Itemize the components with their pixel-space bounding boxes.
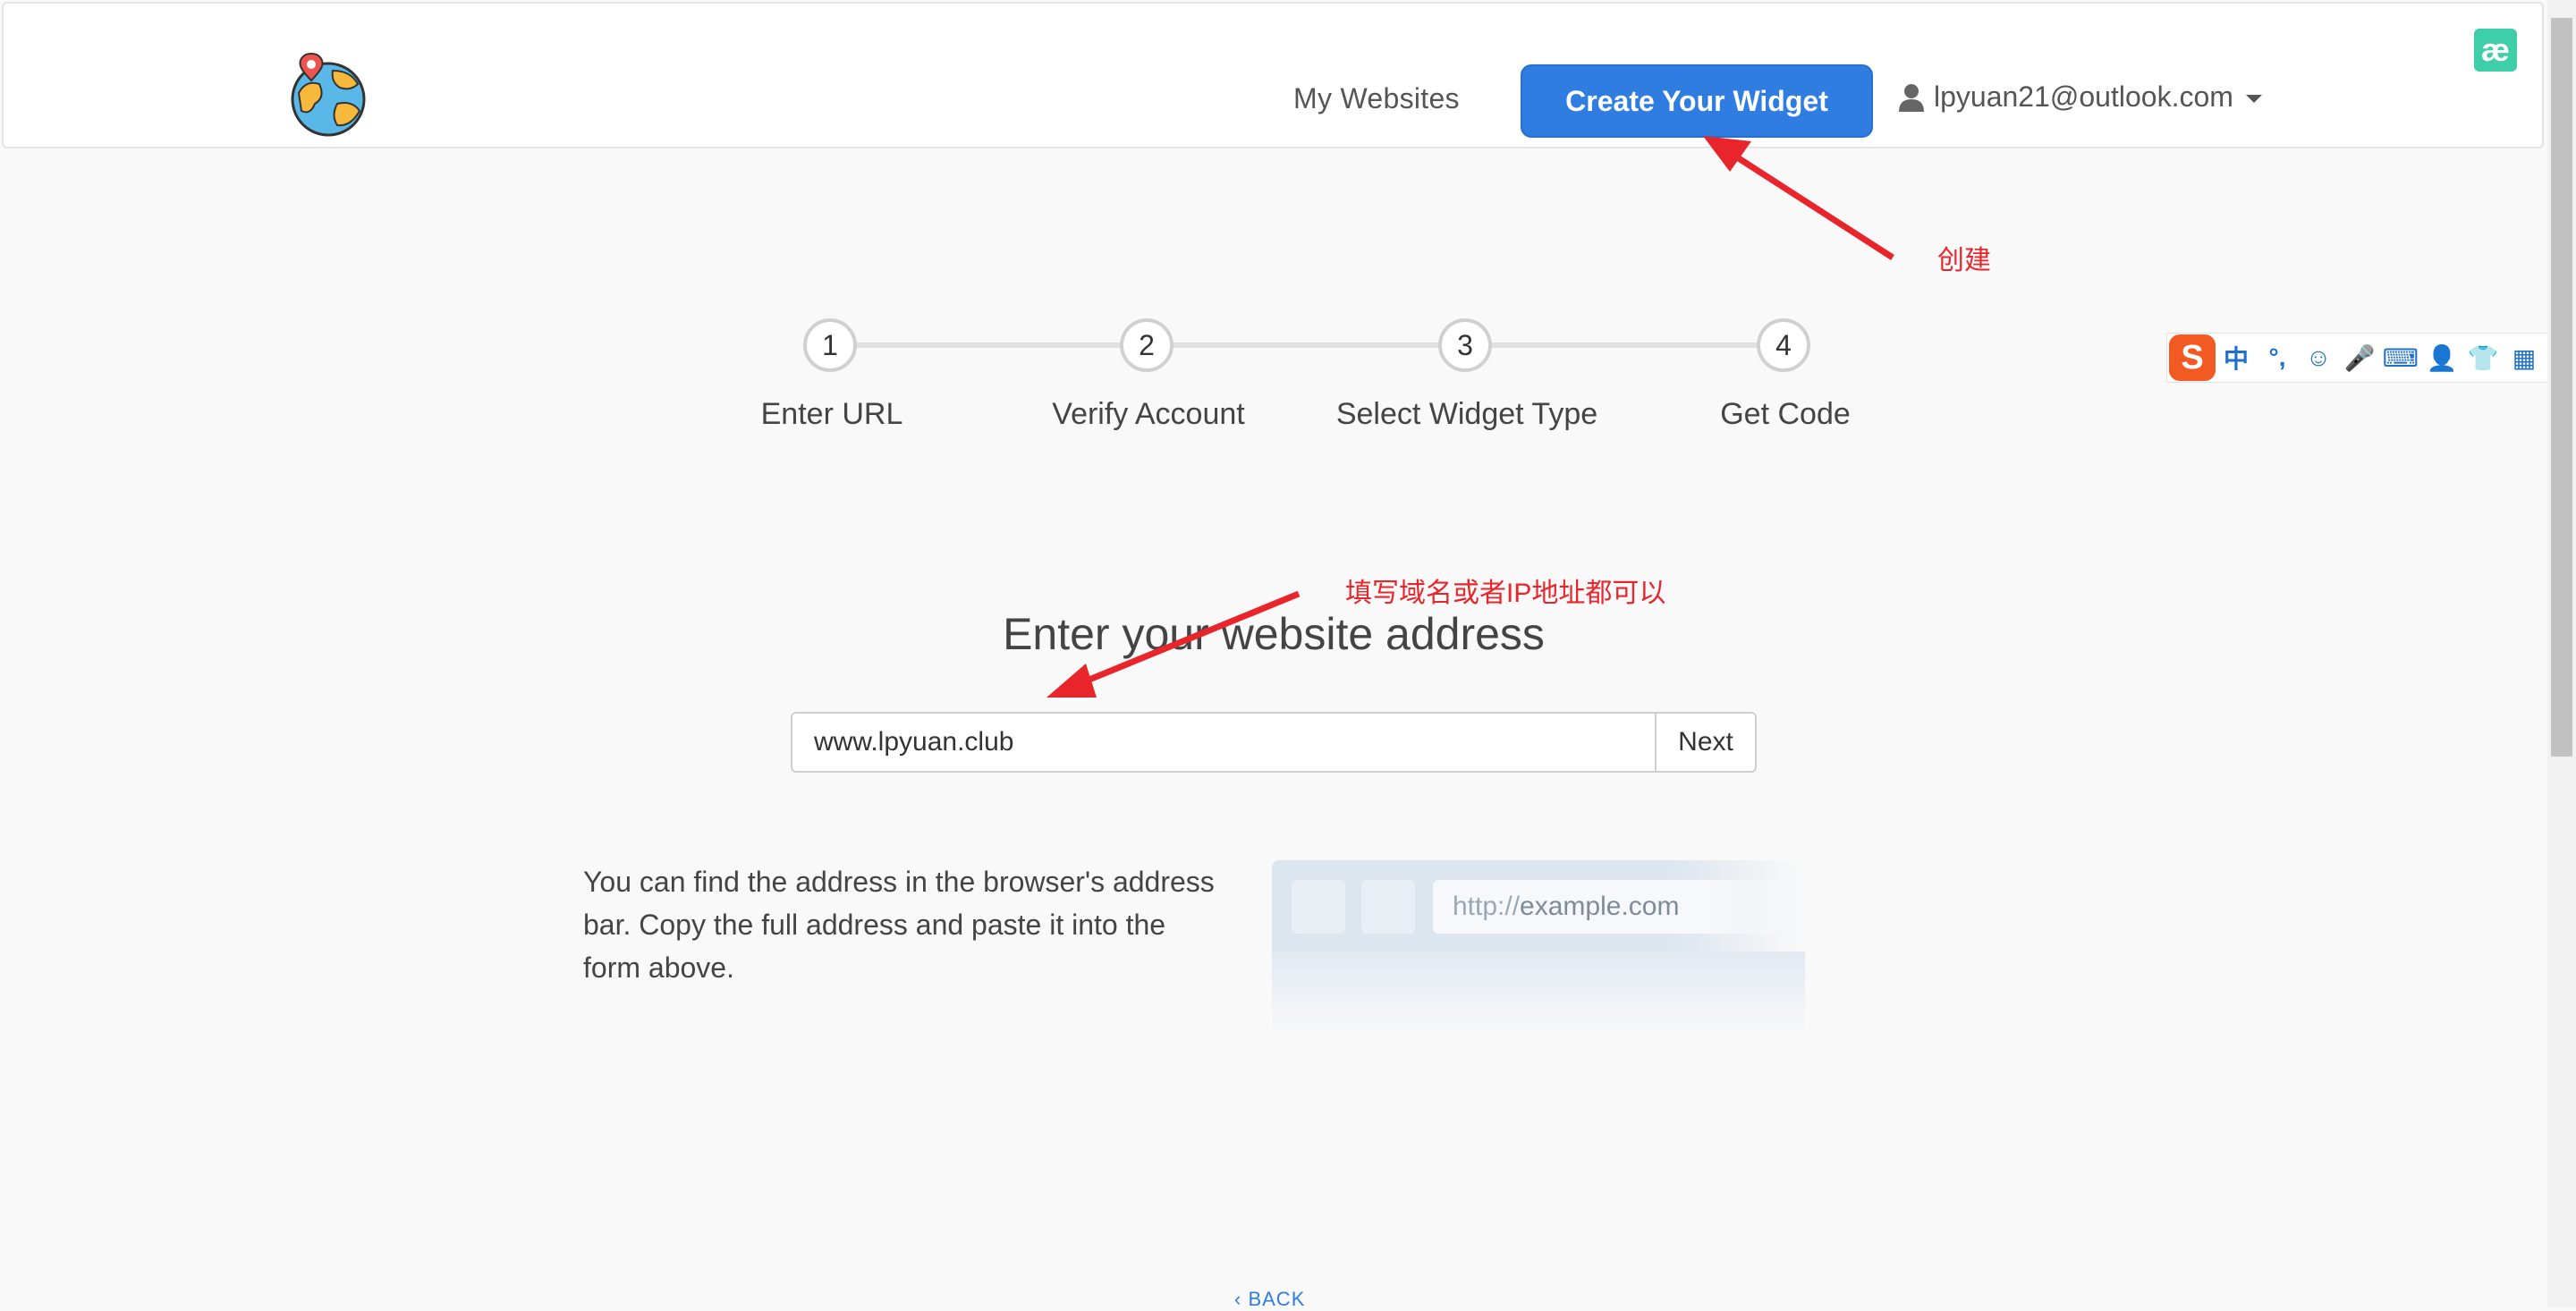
step-3-label: Select Widget Type — [1335, 397, 1598, 431]
annotation-arrowhead-url — [1046, 664, 1097, 698]
step-2-circle: 2 — [1120, 318, 1174, 372]
nav-my-websites[interactable]: My Websites — [1293, 82, 1460, 115]
annotation-arrow-create — [1730, 151, 1894, 260]
vertical-scrollbar[interactable] — [2547, 0, 2576, 1307]
illustration-fade — [1272, 952, 1805, 1039]
user-menu[interactable]: lpyuan21@outlook.com — [1898, 80, 2262, 114]
url-input-group: Next — [791, 712, 1757, 773]
page: My Websites Create Your Widget lpyuan21@… — [0, 0, 2547, 1310]
sogou-logo-icon[interactable]: S — [2169, 334, 2216, 381]
extension-icon[interactable]: æ — [2474, 29, 2517, 72]
step-3-circle: 3 — [1438, 318, 1492, 372]
next-button[interactable]: Next — [1655, 714, 1755, 771]
illustration-protocol: http:// — [1453, 892, 1521, 921]
help-text: You can find the address in the browser'… — [583, 866, 1215, 984]
ime-keyboard-icon[interactable]: ⌨ — [2380, 343, 2421, 373]
ime-toolbox-icon[interactable]: ▦ — [2504, 343, 2545, 373]
annotation-create-note: 创建 — [1937, 246, 1991, 275]
ime-punctuation-icon[interactable]: °, — [2257, 343, 2298, 372]
back-label: BACK — [1248, 1288, 1306, 1310]
ime-emoji-icon[interactable]: ☺ — [2298, 343, 2339, 372]
ime-voice-icon[interactable]: 🎤 — [2339, 343, 2380, 373]
website-url-input[interactable] — [792, 714, 1655, 771]
ime-chinese-mode-icon[interactable]: 中 — [2216, 340, 2257, 376]
step-1-circle: 1 — [803, 318, 857, 372]
page-title: Enter your website address — [1003, 609, 1545, 659]
step-1-label: Enter URL — [760, 397, 903, 431]
ime-skin-icon[interactable]: 👕 — [2462, 343, 2504, 373]
illustration-forward-button — [1361, 880, 1415, 934]
annotation-url-note: 填写域名或者IP地址都可以 — [1345, 579, 1666, 608]
create-widget-button[interactable]: Create Your Widget — [1521, 64, 1873, 138]
step-2-label: Verify Account — [1052, 397, 1245, 431]
scrollbar-thumb[interactable] — [2551, 18, 2572, 757]
user-email: lpyuan21@outlook.com — [1934, 80, 2233, 113]
ime-toolbar: S 中 °, ☺ 🎤 ⌨ 👤 👕 ▦ — [2166, 333, 2569, 383]
illustration-address-field: http://example.com — [1433, 880, 1805, 934]
browser-address-illustration: http://example.com — [1272, 860, 1805, 1039]
chevron-left-icon: ‹ — [1234, 1288, 1249, 1310]
chevron-down-icon — [2245, 95, 2262, 103]
top-navbar: My Websites Create Your Widget lpyuan21@… — [2, 2, 2544, 148]
back-link[interactable]: ‹ BACK — [1234, 1288, 1305, 1311]
step-4-label: Get Code — [1720, 397, 1851, 431]
globe-logo-icon[interactable] — [288, 48, 369, 138]
ime-account-icon[interactable]: 👤 — [2421, 343, 2462, 373]
stepper-track — [832, 343, 1784, 348]
step-4-circle: 4 — [1757, 318, 1810, 372]
illustration-host: example.com — [1520, 892, 1680, 921]
illustration-back-button — [1292, 880, 1345, 934]
user-icon — [1899, 83, 1924, 112]
